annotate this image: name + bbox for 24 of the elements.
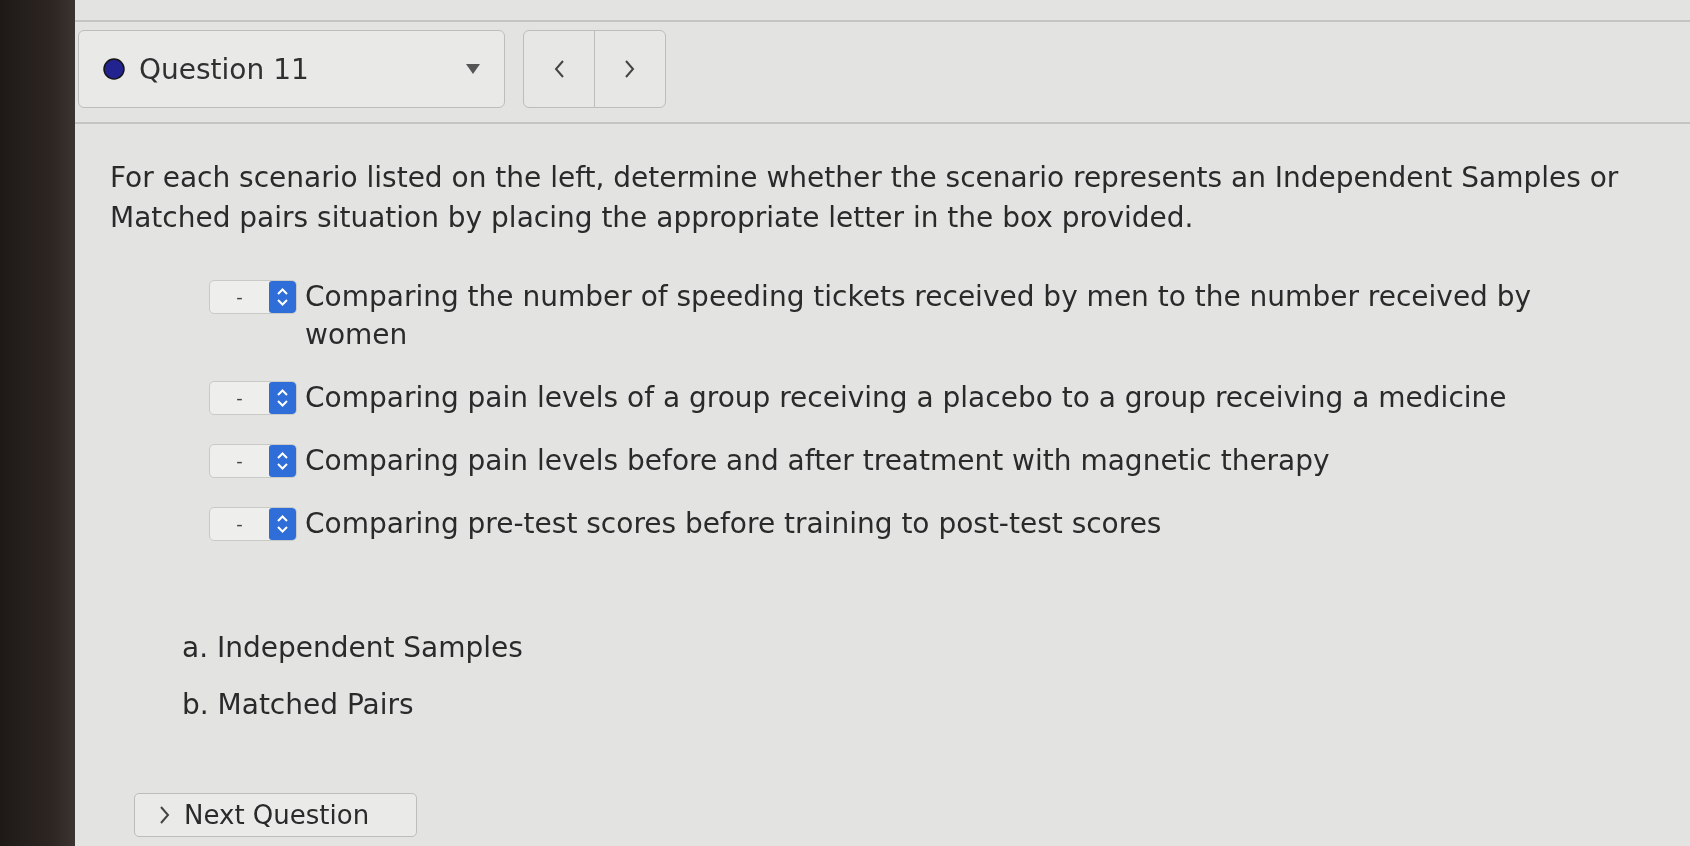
answer-dropdown[interactable]: -	[209, 381, 297, 415]
scenario-text: Comparing the number of speeding tickets received by men to the number received by women	[305, 279, 1533, 353]
answer-dropdown[interactable]: -	[209, 507, 297, 541]
chevron-right-icon	[159, 806, 170, 824]
stepper-icon	[269, 445, 296, 477]
next-question-button[interactable]: Next Question	[134, 793, 417, 837]
chevron-right-icon	[624, 60, 635, 78]
scenario-text: Comparing pain levels of a group receiving a placebo to a group receiving a medicine	[305, 380, 1507, 416]
answer-option: b. Matched Pairs	[182, 685, 523, 725]
stepper-icon	[269, 281, 296, 313]
question-prompt: For each scenario listed on the left, determine whether the scenario represents an Independent Samples or Matched pairs situation by placing the appropriate letter in the box provided.	[110, 160, 1620, 236]
answer-dropdown[interactable]: -	[209, 444, 297, 478]
next-button[interactable]	[593, 30, 666, 108]
stepper-icon	[269, 382, 296, 414]
caret-icon	[466, 64, 480, 74]
stepper-icon	[269, 508, 296, 540]
answer-option: a. Independent Samples	[182, 628, 523, 668]
scenario-text: Comparing pain levels before and after treatment with magnetic therapy	[305, 443, 1330, 479]
status-dot-icon	[103, 58, 125, 80]
answer-dropdown[interactable]: -	[209, 280, 297, 314]
chevron-left-icon	[553, 60, 565, 78]
scenario-text: Comparing pre-test scores before training to post-test scores	[305, 506, 1162, 542]
previous-button[interactable]	[523, 30, 595, 108]
question-selector[interactable]: Question 11	[78, 30, 505, 108]
